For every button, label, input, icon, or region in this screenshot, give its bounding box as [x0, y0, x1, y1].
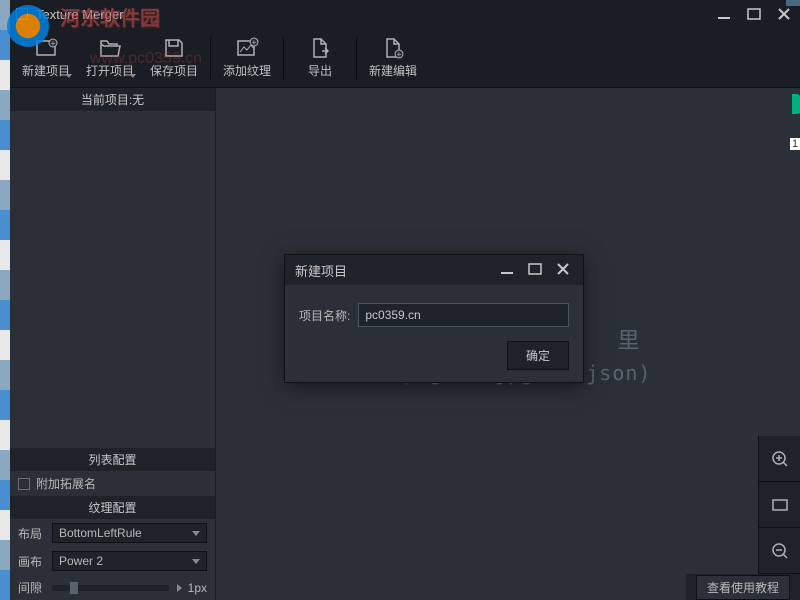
side-number-indicator: 1	[790, 138, 800, 150]
append-ext-checkbox[interactable]	[18, 478, 30, 490]
list-config-header: 列表配置	[10, 448, 215, 471]
zoom-out-button[interactable]	[759, 528, 800, 574]
project-name-input[interactable]	[358, 303, 569, 327]
dialog-maximize-button[interactable]	[525, 262, 545, 279]
texture-config-header: 纹理配置	[10, 496, 215, 519]
sidebar: 当前项目:无 列表配置 附加拓展名 纹理配置 布局 BottomLeftRule…	[10, 88, 216, 600]
play-icon	[177, 584, 182, 592]
gap-label: 间隙	[18, 579, 52, 596]
chevron-down-icon	[192, 559, 200, 564]
dialog-titlebar: 新建项目	[285, 255, 583, 285]
fit-button[interactable]	[759, 482, 800, 528]
minimize-button[interactable]	[714, 5, 734, 23]
gap-value: 1px	[188, 581, 207, 595]
new-edit-label: 新建编辑	[369, 62, 417, 79]
new-edit-button[interactable]: + 新建编辑	[361, 30, 425, 86]
dialog-close-button[interactable]	[553, 262, 573, 279]
watermark-url: www.pc0359.cn	[90, 50, 202, 68]
maximize-button[interactable]	[744, 5, 764, 23]
new-project-dialog: 新建项目 项目名称: 确定	[284, 254, 584, 383]
dialog-title: 新建项目	[295, 261, 489, 280]
project-list-area	[10, 111, 215, 448]
ok-button[interactable]: 确定	[507, 341, 569, 370]
gap-slider[interactable]	[52, 585, 169, 591]
svg-text:+: +	[51, 39, 56, 48]
canvas-value: Power 2	[59, 554, 103, 568]
zoom-in-button[interactable]	[759, 436, 800, 482]
watermark-text: 河东软件园	[60, 2, 160, 31]
canvas-select[interactable]: Power 2	[52, 551, 207, 571]
tutorial-button[interactable]: 查看使用教程	[696, 575, 790, 600]
chevron-down-icon	[192, 531, 200, 536]
layout-label: 布局	[18, 525, 52, 542]
svg-text:+: +	[252, 38, 257, 47]
dropdown-icon	[66, 74, 72, 78]
layout-value: BottomLeftRule	[59, 526, 142, 540]
add-texture-button[interactable]: + 添加纹理	[215, 30, 279, 86]
export-button[interactable]: 导出	[288, 30, 352, 86]
svg-text:+: +	[397, 50, 402, 59]
close-button[interactable]	[774, 5, 794, 23]
right-toolbar	[758, 436, 800, 574]
export-icon	[308, 36, 332, 60]
new-project-label: 新建项目	[22, 62, 70, 79]
dropdown-icon	[130, 74, 136, 78]
dialog-minimize-button[interactable]	[497, 262, 517, 279]
canvas-label: 画布	[18, 553, 52, 570]
add-texture-label: 添加纹理	[223, 62, 271, 79]
current-project-header: 当前项目:无	[10, 88, 215, 111]
new-edit-icon: +	[381, 36, 405, 60]
project-name-label: 项目名称:	[299, 307, 350, 324]
add-texture-icon: +	[235, 36, 259, 60]
append-ext-label: 附加拓展名	[36, 475, 96, 492]
footer: 查看使用教程	[686, 574, 800, 600]
slider-thumb[interactable]	[70, 582, 78, 594]
export-label: 导出	[308, 62, 332, 79]
layout-select[interactable]: BottomLeftRule	[52, 523, 207, 543]
